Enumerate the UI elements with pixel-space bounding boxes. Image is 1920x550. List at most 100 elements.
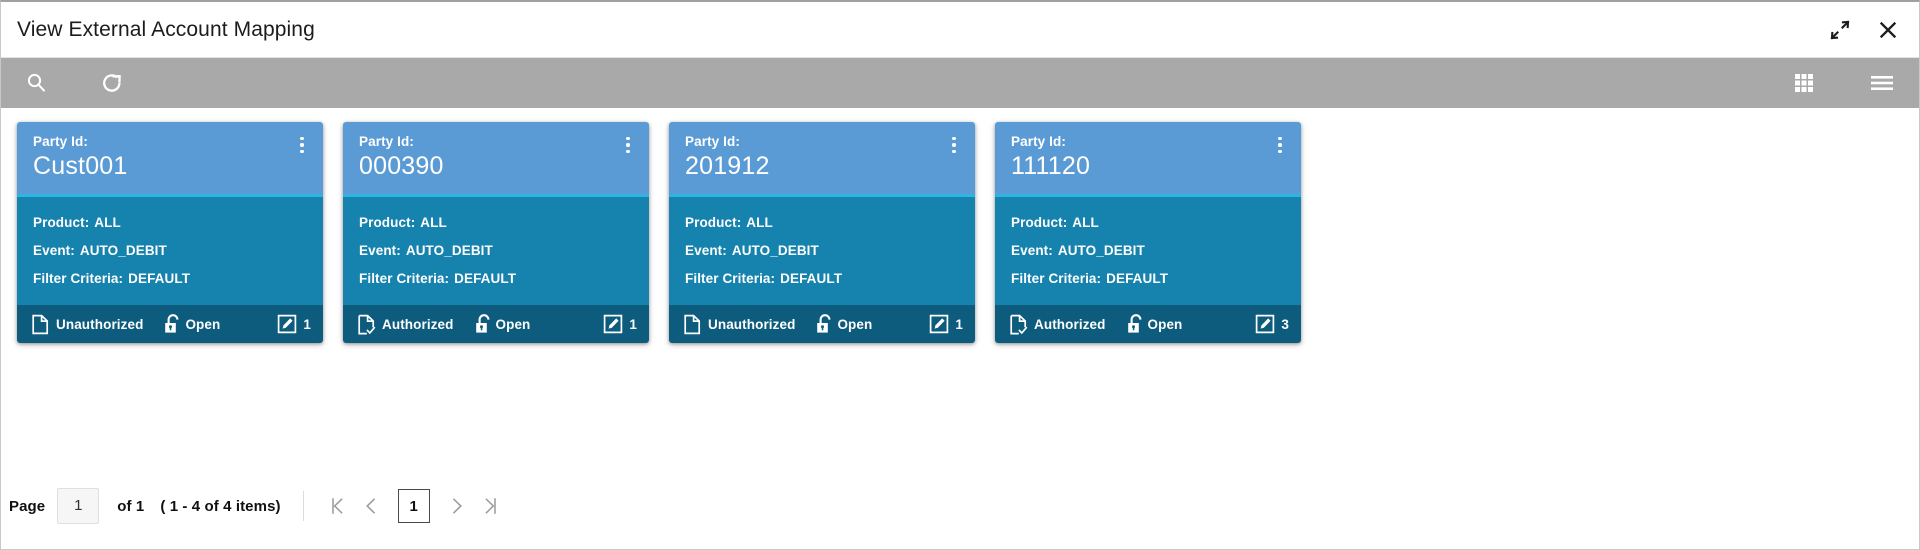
party-id-label: Party Id: xyxy=(33,134,88,149)
card-footer: Unauthorized Open 1 xyxy=(17,305,323,343)
unlocked-padlock-icon xyxy=(1126,313,1147,335)
edit-square-icon xyxy=(277,314,297,334)
event-label: Event: xyxy=(33,243,75,258)
authorization-status[interactable]: Unauthorized xyxy=(31,314,143,335)
filter-criteria-row: Filter Criteria: DEFAULT xyxy=(685,265,959,293)
lock-status[interactable]: Open xyxy=(1126,313,1183,335)
card-header: Party Id: Cust001 xyxy=(17,122,323,197)
authorization-status[interactable]: Authorized xyxy=(357,314,454,335)
card-footer: Authorized Open xyxy=(995,305,1301,343)
list-view-icon[interactable] xyxy=(1867,68,1897,98)
product-value: ALL xyxy=(420,215,447,230)
card-header: Party Id: 111120 xyxy=(995,122,1301,197)
edit-count-text: 3 xyxy=(1281,316,1289,332)
product-label: Product: xyxy=(359,215,416,230)
kebab-menu-icon[interactable] xyxy=(291,132,313,158)
authorization-status[interactable]: Authorized xyxy=(1009,314,1106,335)
event-row: Event: AUTO_DEBIT xyxy=(1011,237,1285,265)
lock-status[interactable]: Open xyxy=(474,313,531,335)
event-label: Event: xyxy=(359,243,401,258)
first-page-icon[interactable] xyxy=(320,489,354,523)
lock-status-text: Open xyxy=(495,316,531,332)
party-id-label: Party Id: xyxy=(1011,134,1066,149)
lock-status[interactable]: Open xyxy=(815,313,872,335)
filter-criteria-label: Filter Criteria: xyxy=(33,271,124,286)
edit-count[interactable]: 1 xyxy=(277,314,311,334)
product-row: Product: ALL xyxy=(359,209,633,237)
lock-status-text: Open xyxy=(837,316,873,332)
lock-status[interactable]: Open xyxy=(163,313,220,335)
pagination-divider xyxy=(302,491,304,521)
edit-count[interactable]: 3 xyxy=(1255,314,1289,334)
page-number-input[interactable]: 1 xyxy=(57,488,100,524)
account-mapping-card[interactable]: Party Id: 000390 Product: ALL Event: AUTO_… xyxy=(343,122,649,343)
card-body: Product: ALL Event: AUTO_DEBIT Filter Crit… xyxy=(669,197,975,305)
product-row: Product: ALL xyxy=(685,209,959,237)
edit-square-icon xyxy=(1255,314,1275,334)
event-value: AUTO_DEBIT xyxy=(1057,243,1145,258)
close-icon[interactable] xyxy=(1875,17,1901,43)
account-mapping-card[interactable]: Party Id: Cust001 Product: ALL Event: AUTO… xyxy=(17,122,323,343)
card-toolbar xyxy=(1,58,1919,108)
product-row: Product: ALL xyxy=(33,209,307,237)
party-id-value: Cust001 xyxy=(33,152,128,180)
document-icon xyxy=(31,314,50,335)
filter-criteria-value: DEFAULT xyxy=(1106,271,1169,286)
party-id-value: 111120 xyxy=(1011,152,1091,180)
refresh-icon[interactable] xyxy=(97,68,127,98)
filter-criteria-row: Filter Criteria: DEFAULT xyxy=(1011,265,1285,293)
unlocked-padlock-icon xyxy=(474,313,495,335)
edit-count[interactable]: 1 xyxy=(603,314,637,334)
edit-square-icon xyxy=(603,314,623,334)
product-value: ALL xyxy=(94,215,121,230)
event-value: AUTO_DEBIT xyxy=(731,243,819,258)
items-range-text: ( 1 - 4 of 4 items) xyxy=(160,497,281,515)
filter-criteria-value: DEFAULT xyxy=(780,271,843,286)
account-mapping-card-list: Party Id: Cust001 Product: ALL Event: AUTO… xyxy=(1,108,1919,463)
current-page-button[interactable]: 1 xyxy=(397,489,430,523)
edit-square-icon xyxy=(929,314,949,334)
filter-criteria-row: Filter Criteria: DEFAULT xyxy=(33,265,307,293)
event-value: AUTO_DEBIT xyxy=(405,243,493,258)
kebab-menu-icon[interactable] xyxy=(617,132,639,158)
product-label: Product: xyxy=(33,215,90,230)
event-value: AUTO_DEBIT xyxy=(79,243,167,258)
authorization-status-text: Authorized xyxy=(1034,316,1106,332)
next-page-icon[interactable] xyxy=(440,489,474,523)
total-pages-text: of 1 xyxy=(117,497,145,515)
edit-count-text: 1 xyxy=(303,316,311,332)
edit-count[interactable]: 1 xyxy=(929,314,963,334)
account-mapping-card[interactable]: Party Id: 111120 Product: ALL Event: AUTO_… xyxy=(995,122,1301,343)
document-icon xyxy=(683,314,702,335)
restore-down-icon[interactable] xyxy=(1827,17,1853,43)
window-controls xyxy=(1827,17,1901,43)
authorization-status[interactable]: Unauthorized xyxy=(683,314,795,335)
last-page-icon[interactable] xyxy=(474,489,508,523)
filter-criteria-value: DEFAULT xyxy=(128,271,191,286)
event-label: Event: xyxy=(1011,243,1053,258)
event-row: Event: AUTO_DEBIT xyxy=(33,237,307,265)
card-body: Product: ALL Event: AUTO_DEBIT Filter Crit… xyxy=(995,197,1301,305)
edit-count-text: 1 xyxy=(955,316,963,332)
search-icon[interactable] xyxy=(21,68,51,98)
previous-page-icon[interactable] xyxy=(354,489,388,523)
pagination-controls: 1 xyxy=(320,489,508,523)
authorization-status-text: Unauthorized xyxy=(56,316,144,332)
product-label: Product: xyxy=(685,215,742,230)
filter-criteria-row: Filter Criteria: DEFAULT xyxy=(359,265,633,293)
kebab-menu-icon[interactable] xyxy=(943,132,965,158)
card-header: Party Id: 201912 xyxy=(669,122,975,197)
window-titlebar: View External Account Mapping xyxy=(1,2,1919,58)
card-footer: Authorized Open xyxy=(343,305,649,343)
grid-view-icon[interactable] xyxy=(1789,68,1819,98)
account-mapping-card[interactable]: Party Id: 201912 Product: ALL Event: AUTO_… xyxy=(669,122,975,343)
page-label: Page xyxy=(9,497,46,515)
edit-count-text: 1 xyxy=(629,316,637,332)
filter-criteria-label: Filter Criteria: xyxy=(685,271,776,286)
authorization-status-text: Authorized xyxy=(382,316,454,332)
page-title: View External Account Mapping xyxy=(17,17,315,41)
document-check-icon xyxy=(357,314,376,335)
card-header: Party Id: 000390 xyxy=(343,122,649,197)
kebab-menu-icon[interactable] xyxy=(1269,132,1291,158)
party-id-value: 201912 xyxy=(685,152,770,180)
